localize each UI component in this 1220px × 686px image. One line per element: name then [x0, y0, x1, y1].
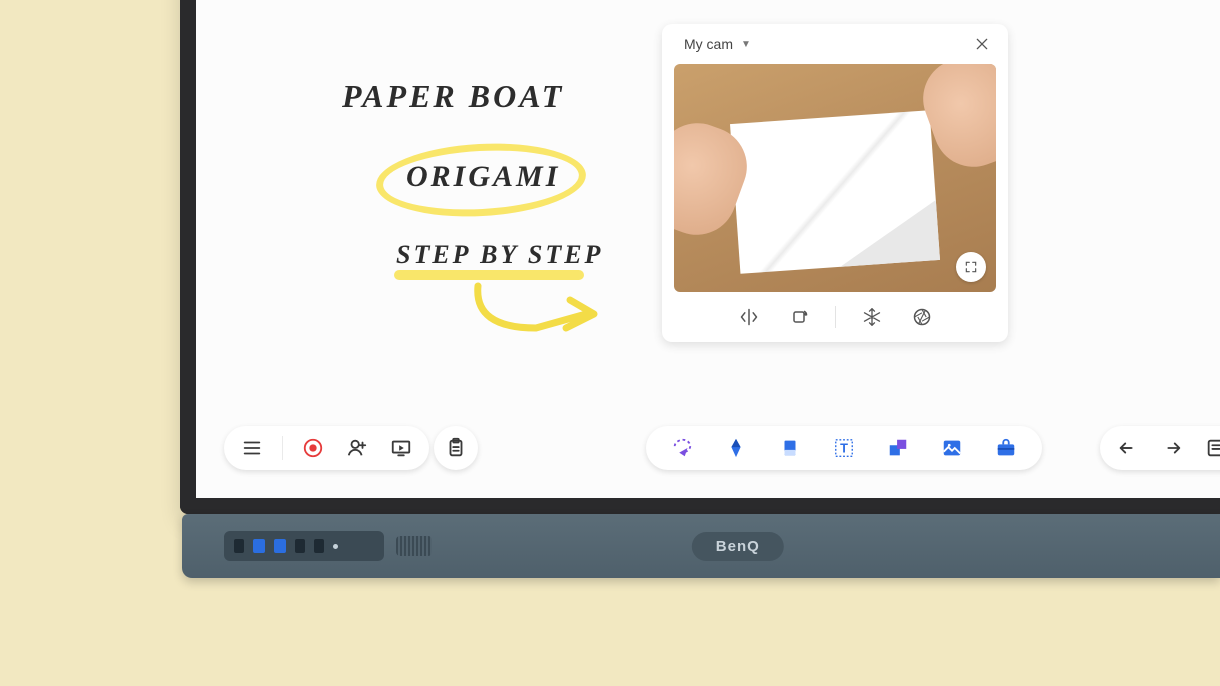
more-panel-button[interactable]: [1202, 434, 1220, 462]
usb-port-icon: [274, 539, 286, 553]
drawn-arrow: [466, 278, 606, 348]
eraser-icon: [779, 437, 801, 459]
mirror-icon: [739, 307, 759, 327]
camera-content-paper: [730, 110, 940, 274]
svg-text:T: T: [840, 441, 848, 456]
separator: [282, 436, 283, 460]
toolbar-left: [224, 426, 429, 470]
record-icon: [302, 437, 324, 459]
text-icon: T: [833, 437, 855, 459]
present-icon: [390, 437, 412, 459]
chevron-down-icon[interactable]: ▼: [741, 39, 751, 50]
freeze-icon: [862, 307, 882, 327]
mirror-button[interactable]: [735, 303, 763, 331]
speaker-grill-icon: [396, 536, 432, 556]
port-icon: [234, 539, 244, 553]
usb-port-icon: [253, 539, 265, 553]
redo-button[interactable]: [1158, 434, 1186, 462]
eraser-button[interactable]: [776, 434, 804, 462]
shapes-icon: [887, 437, 909, 459]
more-panel-icon: [1205, 437, 1220, 459]
separator: [835, 306, 836, 328]
fullscreen-button[interactable]: [956, 252, 986, 282]
camera-panel[interactable]: My cam ▼: [662, 24, 1008, 342]
pen-button[interactable]: [722, 434, 750, 462]
toolbar-right: [1100, 426, 1220, 470]
add-user-button[interactable]: [343, 434, 371, 462]
menu-button[interactable]: [238, 434, 266, 462]
toolbar-tools: T: [646, 426, 1042, 470]
aperture-icon: [912, 307, 932, 327]
aperture-button[interactable]: [908, 303, 936, 331]
menu-icon: [241, 437, 263, 459]
clipboard-icon: [445, 437, 467, 459]
lasso-select-button[interactable]: [668, 434, 696, 462]
undo-button[interactable]: [1114, 434, 1142, 462]
text-button[interactable]: T: [830, 434, 858, 462]
handwriting-line-3: STEP BY STEP: [396, 240, 603, 270]
clipboard-pill: [434, 426, 478, 470]
toolbox-button[interactable]: [992, 434, 1020, 462]
image-button[interactable]: [938, 434, 966, 462]
toolbox-icon: [995, 437, 1017, 459]
rotate-button[interactable]: [785, 303, 813, 331]
freeze-button[interactable]: [858, 303, 886, 331]
port-icon: [295, 539, 305, 553]
record-button[interactable]: [299, 434, 327, 462]
close-icon: [974, 36, 990, 52]
camera-header: My cam ▼: [662, 24, 1008, 64]
present-button[interactable]: [387, 434, 415, 462]
interactive-display: PAPER BOAT ORIGAMI STEP BY STEP My cam ▼: [180, 0, 1220, 514]
device-brand-badge: BenQ: [692, 532, 784, 561]
handwriting-line-2: ORIGAMI: [406, 160, 560, 194]
whiteboard-canvas[interactable]: PAPER BOAT ORIGAMI STEP BY STEP My cam ▼: [196, 0, 1220, 498]
image-icon: [941, 437, 963, 459]
pen-icon: [725, 437, 747, 459]
camera-feed[interactable]: [674, 64, 996, 292]
clipboard-button[interactable]: [442, 434, 470, 462]
add-user-icon: [346, 437, 368, 459]
port-icon: [314, 539, 324, 553]
camera-toolbar: [662, 292, 1008, 342]
redo-icon: [1161, 437, 1183, 459]
fullscreen-icon: [964, 260, 978, 274]
device-bezel-bar: BenQ: [182, 514, 1220, 578]
close-button[interactable]: [968, 30, 996, 58]
lasso-icon: [671, 437, 693, 459]
undo-icon: [1117, 437, 1139, 459]
handwriting-line-1: PAPER BOAT: [342, 78, 564, 115]
port-cluster: [224, 531, 384, 561]
led-dot-icon: [333, 544, 338, 549]
camera-source-label[interactable]: My cam: [684, 36, 733, 52]
rotate-icon: [789, 307, 809, 327]
shapes-button[interactable]: [884, 434, 912, 462]
